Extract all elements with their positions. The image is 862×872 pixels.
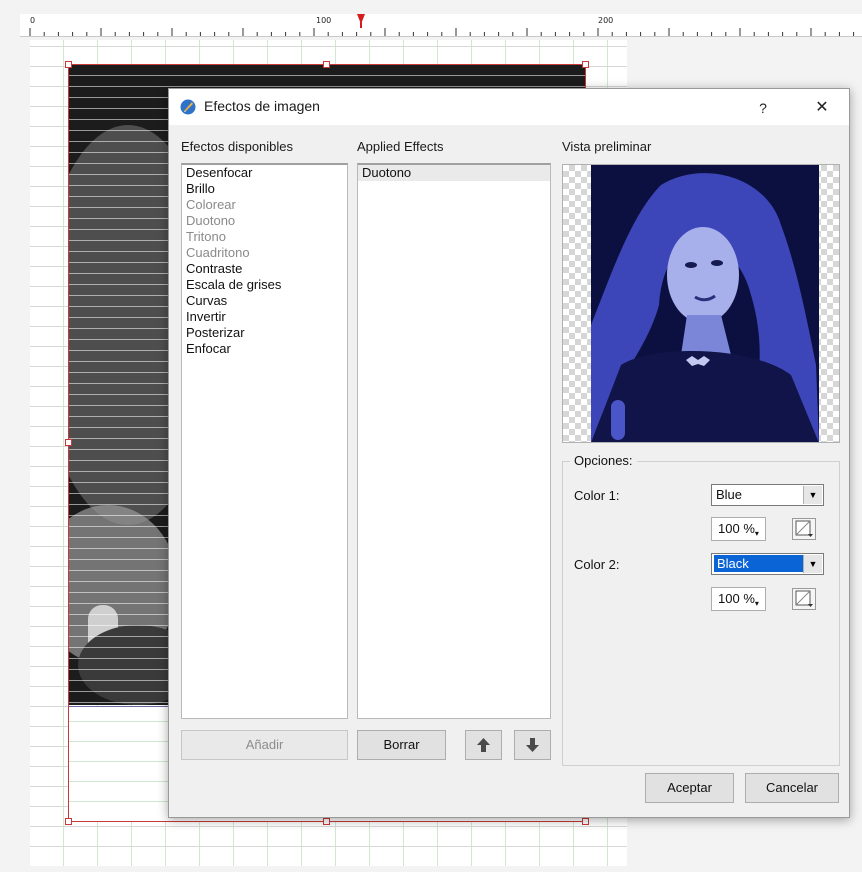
available-effect-item[interactable]: Tritono (182, 229, 347, 245)
move-up-button[interactable] (465, 730, 502, 760)
resize-handle-top[interactable] (323, 61, 330, 68)
ruler-mark-0: 0 (30, 16, 36, 25)
preview-image (591, 165, 819, 442)
applied-effects-label: Applied Effects (357, 139, 444, 154)
ruler-ticks (29, 28, 855, 36)
dialog-titlebar[interactable]: Efectos de imagen ? ✕ (169, 89, 849, 125)
preview-label: Vista preliminar (562, 139, 652, 154)
color-swatch-icon (795, 520, 813, 537)
available-effect-item[interactable]: Contraste (182, 261, 347, 277)
available-effect-item[interactable]: Colorear (182, 197, 347, 213)
available-effect-item[interactable]: Posterizar (182, 325, 347, 341)
available-effect-item[interactable]: Curvas (182, 293, 347, 309)
available-effect-item[interactable]: Duotono (182, 213, 347, 229)
chevron-down-icon: ▼ (803, 555, 822, 573)
color2-percent-value: 100 % (718, 591, 755, 606)
available-effects-label: Efectos disponibles (181, 139, 294, 154)
color1-picker-button[interactable] (792, 518, 816, 540)
options-legend: Opciones: (570, 453, 637, 468)
available-effect-item[interactable]: Brillo (182, 181, 347, 197)
color1-label: Color 1: (574, 488, 620, 503)
horizontal-ruler: 0 100 200 (20, 14, 862, 37)
move-down-button[interactable] (514, 730, 551, 760)
available-effect-item[interactable]: Enfocar (182, 341, 347, 357)
color2-percent-button[interactable]: 100 %▾ (711, 587, 766, 611)
delete-effect-button[interactable]: Borrar (357, 730, 446, 760)
resize-handle-bottom-right[interactable] (582, 818, 589, 825)
add-effect-button[interactable]: Añadir (181, 730, 348, 760)
cancel-button[interactable]: Cancelar (745, 773, 839, 803)
resize-handle-bottom-left[interactable] (65, 818, 72, 825)
arrow-up-icon (477, 738, 490, 752)
color2-label: Color 2: (574, 557, 620, 572)
resize-handle-left[interactable] (65, 439, 72, 446)
color1-percent-value: 100 % (718, 521, 755, 536)
options-group (562, 461, 840, 766)
resize-handle-top-left[interactable] (65, 61, 72, 68)
dropdown-caret-icon: ▾ (754, 529, 759, 538)
dropdown-caret-icon: ▾ (754, 599, 759, 608)
available-effects-list[interactable]: Desenfocar Brillo Colorear Duotono Tritono Cu… (181, 163, 348, 719)
available-effect-item[interactable]: Invertir (182, 309, 347, 325)
ruler-mark-200: 200 (598, 16, 614, 25)
app-quill-icon (180, 99, 196, 115)
ruler-position-marker (357, 14, 365, 28)
color2-select[interactable]: Black ▼ (711, 553, 824, 575)
color2-picker-button[interactable] (792, 588, 816, 610)
available-effect-item[interactable]: Cuadritono (182, 245, 347, 261)
arrow-down-icon (526, 738, 539, 752)
color1-select-value: Blue (716, 487, 743, 502)
ok-button[interactable]: Aceptar (645, 773, 734, 803)
image-effects-dialog: Efectos de imagen ? ✕ Efectos disponible… (168, 88, 850, 818)
available-effect-item[interactable]: Desenfocar (182, 165, 347, 181)
close-button[interactable]: ✕ (803, 95, 841, 121)
resize-handle-top-right[interactable] (582, 61, 589, 68)
chevron-down-icon: ▼ (803, 486, 822, 504)
color1-percent-button[interactable]: 100 %▾ (711, 517, 766, 541)
help-button[interactable]: ? (744, 95, 782, 121)
resize-handle-bottom[interactable] (323, 818, 330, 825)
applied-effects-list[interactable]: Duotono (357, 163, 551, 719)
effect-preview (562, 164, 840, 443)
available-effect-item[interactable]: Escala de grises (182, 277, 347, 293)
ruler-mark-100: 100 (316, 16, 332, 25)
applied-effect-item[interactable]: Duotono (358, 165, 550, 181)
dialog-title: Efectos de imagen (204, 98, 320, 114)
color2-select-value: Black (714, 555, 804, 572)
color1-select[interactable]: Blue ▼ (711, 484, 824, 506)
color-swatch-icon (795, 590, 813, 607)
